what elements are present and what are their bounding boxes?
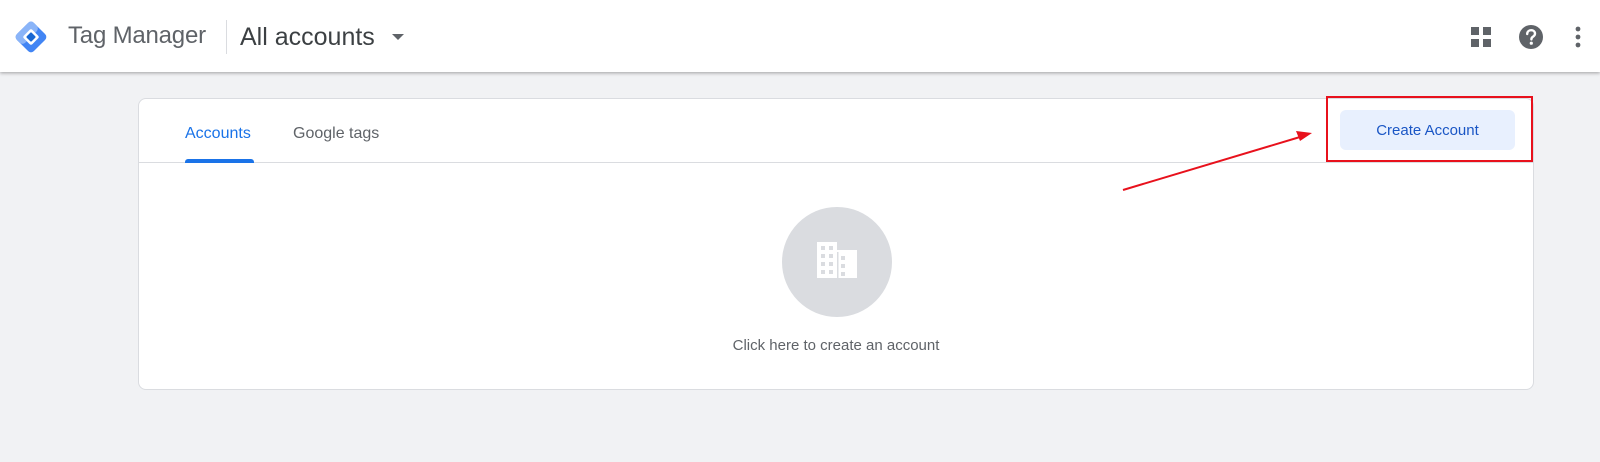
help-icon[interactable] [1518, 24, 1544, 50]
tab-bar: Accounts Google tags Create Account [139, 99, 1533, 163]
caret-down-icon [391, 30, 405, 44]
building-icon [815, 240, 859, 285]
app-title: Tag Manager [68, 22, 206, 49]
tab-google-tags[interactable]: Google tags [293, 125, 379, 143]
empty-state-text: Click here to create an account [732, 337, 940, 354]
building-icon-circle[interactable] [782, 207, 892, 317]
tab-accounts[interactable]: Accounts [185, 125, 251, 143]
create-account-empty-state[interactable]: Click here to create an account [139, 207, 1533, 357]
more-vert-icon[interactable] [1570, 24, 1596, 50]
header-divider [226, 20, 227, 54]
tag-manager-logo-icon[interactable] [13, 19, 49, 55]
top-app-bar: Tag Manager All accounts [0, 0, 1600, 72]
create-account-button[interactable]: Create Account [1340, 110, 1515, 150]
active-tab-indicator [185, 159, 254, 163]
apps-grid-icon[interactable] [1468, 24, 1494, 50]
account-selector[interactable]: All accounts [240, 18, 405, 56]
accounts-card: Accounts Google tags Create Account Clic… [138, 98, 1534, 390]
account-selector-label: All accounts [240, 22, 375, 51]
